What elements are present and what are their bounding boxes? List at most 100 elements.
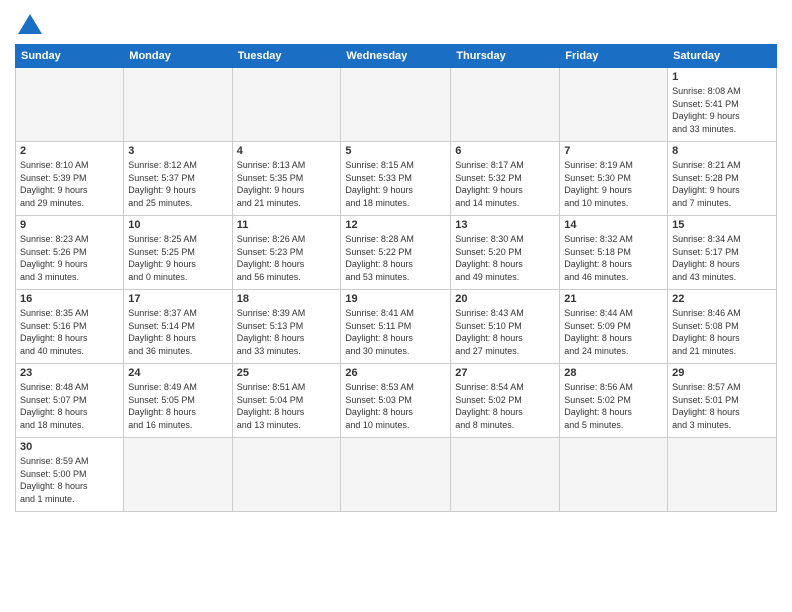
calendar-week-row: 23 Sunrise: 8:48 AM Sunset: 5:07 PM Dayli… [16, 364, 777, 438]
day-number: 18 [237, 293, 337, 305]
day-info: Sunrise: 8:30 AM Sunset: 5:20 PM Dayligh… [455, 233, 555, 283]
calendar-day-cell: 26Sunrise: 8:53 AM Sunset: 5:03 PM Dayli… [341, 364, 451, 438]
day-info: Sunrise: 8:51 AM Sunset: 5:04 PM Dayligh… [237, 381, 337, 431]
calendar-day-cell [560, 68, 668, 142]
logo [15, 14, 42, 36]
calendar-header-thursday: Thursday [451, 45, 560, 68]
day-info: Sunrise: 8:08 AM Sunset: 5:41 PM Dayligh… [672, 85, 772, 135]
day-info: Sunrise: 8:23 AM Sunset: 5:26 PM Dayligh… [20, 233, 119, 283]
day-number: 22 [672, 293, 772, 305]
calendar-header-row: SundayMondayTuesdayWednesdayThursdayFrid… [16, 45, 777, 68]
calendar-week-row: 2 Sunrise: 8:10 AM Sunset: 5:39 PM Daylig… [16, 142, 777, 216]
day-number: 5 [345, 145, 446, 157]
day-info: Sunrise: 8:10 AM Sunset: 5:39 PM Dayligh… [20, 159, 119, 209]
day-number: 27 [455, 367, 555, 379]
day-info: Sunrise: 8:28 AM Sunset: 5:22 PM Dayligh… [345, 233, 446, 283]
day-number: 10 [128, 219, 227, 231]
day-info: Sunrise: 8:15 AM Sunset: 5:33 PM Dayligh… [345, 159, 446, 209]
calendar-day-cell: 1 Sunrise: 8:08 AM Sunset: 5:41 PM Daylig… [668, 68, 777, 142]
day-number: 9 [20, 219, 119, 231]
calendar-day-cell: 15Sunrise: 8:34 AM Sunset: 5:17 PM Dayli… [668, 216, 777, 290]
day-info: Sunrise: 8:25 AM Sunset: 5:25 PM Dayligh… [128, 233, 227, 283]
calendar-header-friday: Friday [560, 45, 668, 68]
calendar-header-tuesday: Tuesday [232, 45, 341, 68]
page: SundayMondayTuesdayWednesdayThursdayFrid… [0, 0, 792, 612]
calendar-day-cell [124, 68, 232, 142]
day-number: 16 [20, 293, 119, 305]
calendar-header-saturday: Saturday [668, 45, 777, 68]
day-info: Sunrise: 8:41 AM Sunset: 5:11 PM Dayligh… [345, 307, 446, 357]
day-number: 6 [455, 145, 555, 157]
calendar-day-cell: 23 Sunrise: 8:48 AM Sunset: 5:07 PM Dayli… [16, 364, 124, 438]
calendar-day-cell: 25Sunrise: 8:51 AM Sunset: 5:04 PM Dayli… [232, 364, 341, 438]
calendar-header-sunday: Sunday [16, 45, 124, 68]
calendar-day-cell: 3Sunrise: 8:12 AM Sunset: 5:37 PM Daylig… [124, 142, 232, 216]
day-number: 13 [455, 219, 555, 231]
day-number: 17 [128, 293, 227, 305]
calendar-day-cell: 7 Sunrise: 8:19 AM Sunset: 5:30 PM Daylig… [560, 142, 668, 216]
day-info: Sunrise: 8:26 AM Sunset: 5:23 PM Dayligh… [237, 233, 337, 283]
calendar-day-cell: 17Sunrise: 8:37 AM Sunset: 5:14 PM Dayli… [124, 290, 232, 364]
day-number: 28 [564, 367, 663, 379]
day-info: Sunrise: 8:57 AM Sunset: 5:01 PM Dayligh… [672, 381, 772, 431]
day-number: 7 [564, 145, 663, 157]
calendar-day-cell: 12 Sunrise: 8:28 AM Sunset: 5:22 PM Dayli… [341, 216, 451, 290]
calendar-week-row: 1 Sunrise: 8:08 AM Sunset: 5:41 PM Daylig… [16, 68, 777, 142]
day-info: Sunrise: 8:48 AM Sunset: 5:07 PM Dayligh… [20, 381, 119, 431]
day-info: Sunrise: 8:21 AM Sunset: 5:28 PM Dayligh… [672, 159, 772, 209]
day-info: Sunrise: 8:59 AM Sunset: 5:00 PM Dayligh… [20, 455, 119, 505]
day-number: 12 [345, 219, 446, 231]
day-info: Sunrise: 8:56 AM Sunset: 5:02 PM Dayligh… [564, 381, 663, 431]
calendar-day-cell: 18 Sunrise: 8:39 AM Sunset: 5:13 PM Dayli… [232, 290, 341, 364]
calendar-day-cell: 27 Sunrise: 8:54 AM Sunset: 5:02 PM Dayli… [451, 364, 560, 438]
calendar-day-cell: 30 Sunrise: 8:59 AM Sunset: 5:00 PM Dayli… [16, 438, 124, 512]
calendar-day-cell [124, 438, 232, 512]
day-number: 1 [672, 71, 772, 83]
day-info: Sunrise: 8:39 AM Sunset: 5:13 PM Dayligh… [237, 307, 337, 357]
calendar-week-row: 30 Sunrise: 8:59 AM Sunset: 5:00 PM Dayli… [16, 438, 777, 512]
calendar-day-cell: 21 Sunrise: 8:44 AM Sunset: 5:09 PM Dayli… [560, 290, 668, 364]
calendar-day-cell: 11 Sunrise: 8:26 AM Sunset: 5:23 PM Dayli… [232, 216, 341, 290]
calendar-header-monday: Monday [124, 45, 232, 68]
day-number: 11 [237, 219, 337, 231]
day-number: 21 [564, 293, 663, 305]
calendar-day-cell [560, 438, 668, 512]
day-info: Sunrise: 8:43 AM Sunset: 5:10 PM Dayligh… [455, 307, 555, 357]
day-number: 30 [20, 441, 119, 453]
day-number: 24 [128, 367, 227, 379]
day-number: 4 [237, 145, 337, 157]
calendar-day-cell [341, 68, 451, 142]
day-info: Sunrise: 8:54 AM Sunset: 5:02 PM Dayligh… [455, 381, 555, 431]
calendar-day-cell: 29 Sunrise: 8:57 AM Sunset: 5:01 PM Dayli… [668, 364, 777, 438]
calendar-week-row: 16 Sunrise: 8:35 AM Sunset: 5:16 PM Dayli… [16, 290, 777, 364]
calendar-day-cell [451, 438, 560, 512]
day-number: 3 [128, 145, 227, 157]
day-info: Sunrise: 8:32 AM Sunset: 5:18 PM Dayligh… [564, 233, 663, 283]
day-info: Sunrise: 8:46 AM Sunset: 5:08 PM Dayligh… [672, 307, 772, 357]
calendar-day-cell: 14Sunrise: 8:32 AM Sunset: 5:18 PM Dayli… [560, 216, 668, 290]
calendar-table: SundayMondayTuesdayWednesdayThursdayFrid… [15, 44, 777, 512]
calendar-day-cell: 16 Sunrise: 8:35 AM Sunset: 5:16 PM Dayli… [16, 290, 124, 364]
calendar-day-cell: 10 Sunrise: 8:25 AM Sunset: 5:25 PM Dayli… [124, 216, 232, 290]
calendar-day-cell [16, 68, 124, 142]
calendar-day-cell [341, 438, 451, 512]
day-number: 23 [20, 367, 119, 379]
calendar-day-cell [232, 438, 341, 512]
day-number: 29 [672, 367, 772, 379]
day-number: 2 [20, 145, 119, 157]
day-info: Sunrise: 8:35 AM Sunset: 5:16 PM Dayligh… [20, 307, 119, 357]
calendar-day-cell [232, 68, 341, 142]
day-info: Sunrise: 8:44 AM Sunset: 5:09 PM Dayligh… [564, 307, 663, 357]
calendar-day-cell: 5 Sunrise: 8:15 AM Sunset: 5:33 PM Daylig… [341, 142, 451, 216]
calendar-day-cell: 9 Sunrise: 8:23 AM Sunset: 5:26 PM Daylig… [16, 216, 124, 290]
calendar-day-cell: 24Sunrise: 8:49 AM Sunset: 5:05 PM Dayli… [124, 364, 232, 438]
day-number: 19 [345, 293, 446, 305]
calendar-header-wednesday: Wednesday [341, 45, 451, 68]
calendar-day-cell: 8 Sunrise: 8:21 AM Sunset: 5:28 PM Daylig… [668, 142, 777, 216]
calendar-day-cell: 13 Sunrise: 8:30 AM Sunset: 5:20 PM Dayli… [451, 216, 560, 290]
day-info: Sunrise: 8:19 AM Sunset: 5:30 PM Dayligh… [564, 159, 663, 209]
day-number: 8 [672, 145, 772, 157]
calendar-day-cell: 20Sunrise: 8:43 AM Sunset: 5:10 PM Dayli… [451, 290, 560, 364]
calendar-day-cell [668, 438, 777, 512]
calendar-week-row: 9 Sunrise: 8:23 AM Sunset: 5:26 PM Daylig… [16, 216, 777, 290]
